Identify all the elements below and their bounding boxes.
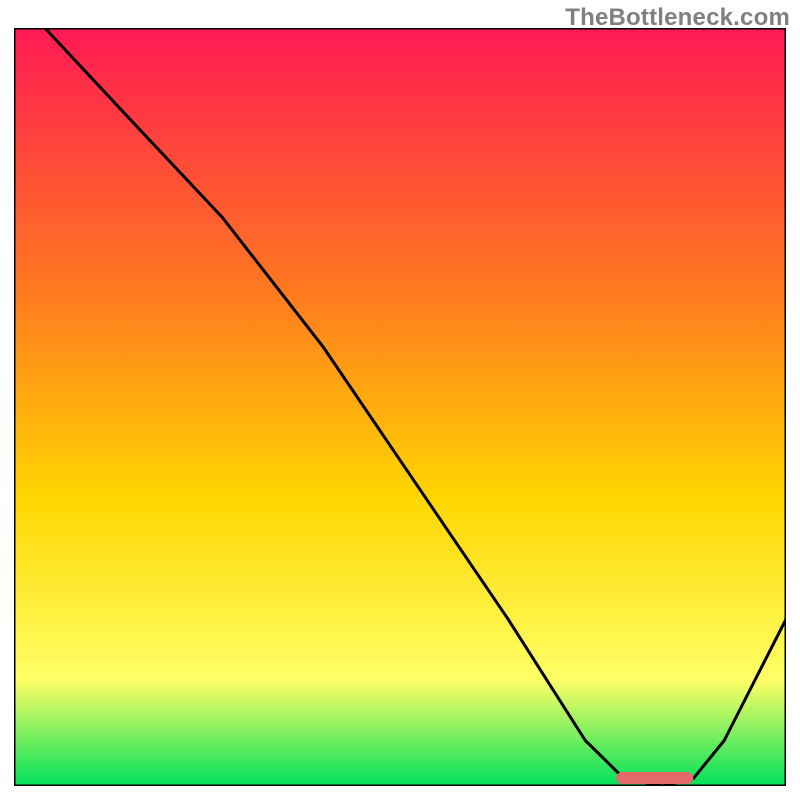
chart-svg bbox=[14, 28, 786, 786]
chart-container: TheBottleneck.com bbox=[0, 0, 800, 800]
optimum-marker bbox=[616, 772, 693, 784]
plot-area bbox=[14, 28, 786, 786]
gradient-background bbox=[14, 28, 786, 786]
